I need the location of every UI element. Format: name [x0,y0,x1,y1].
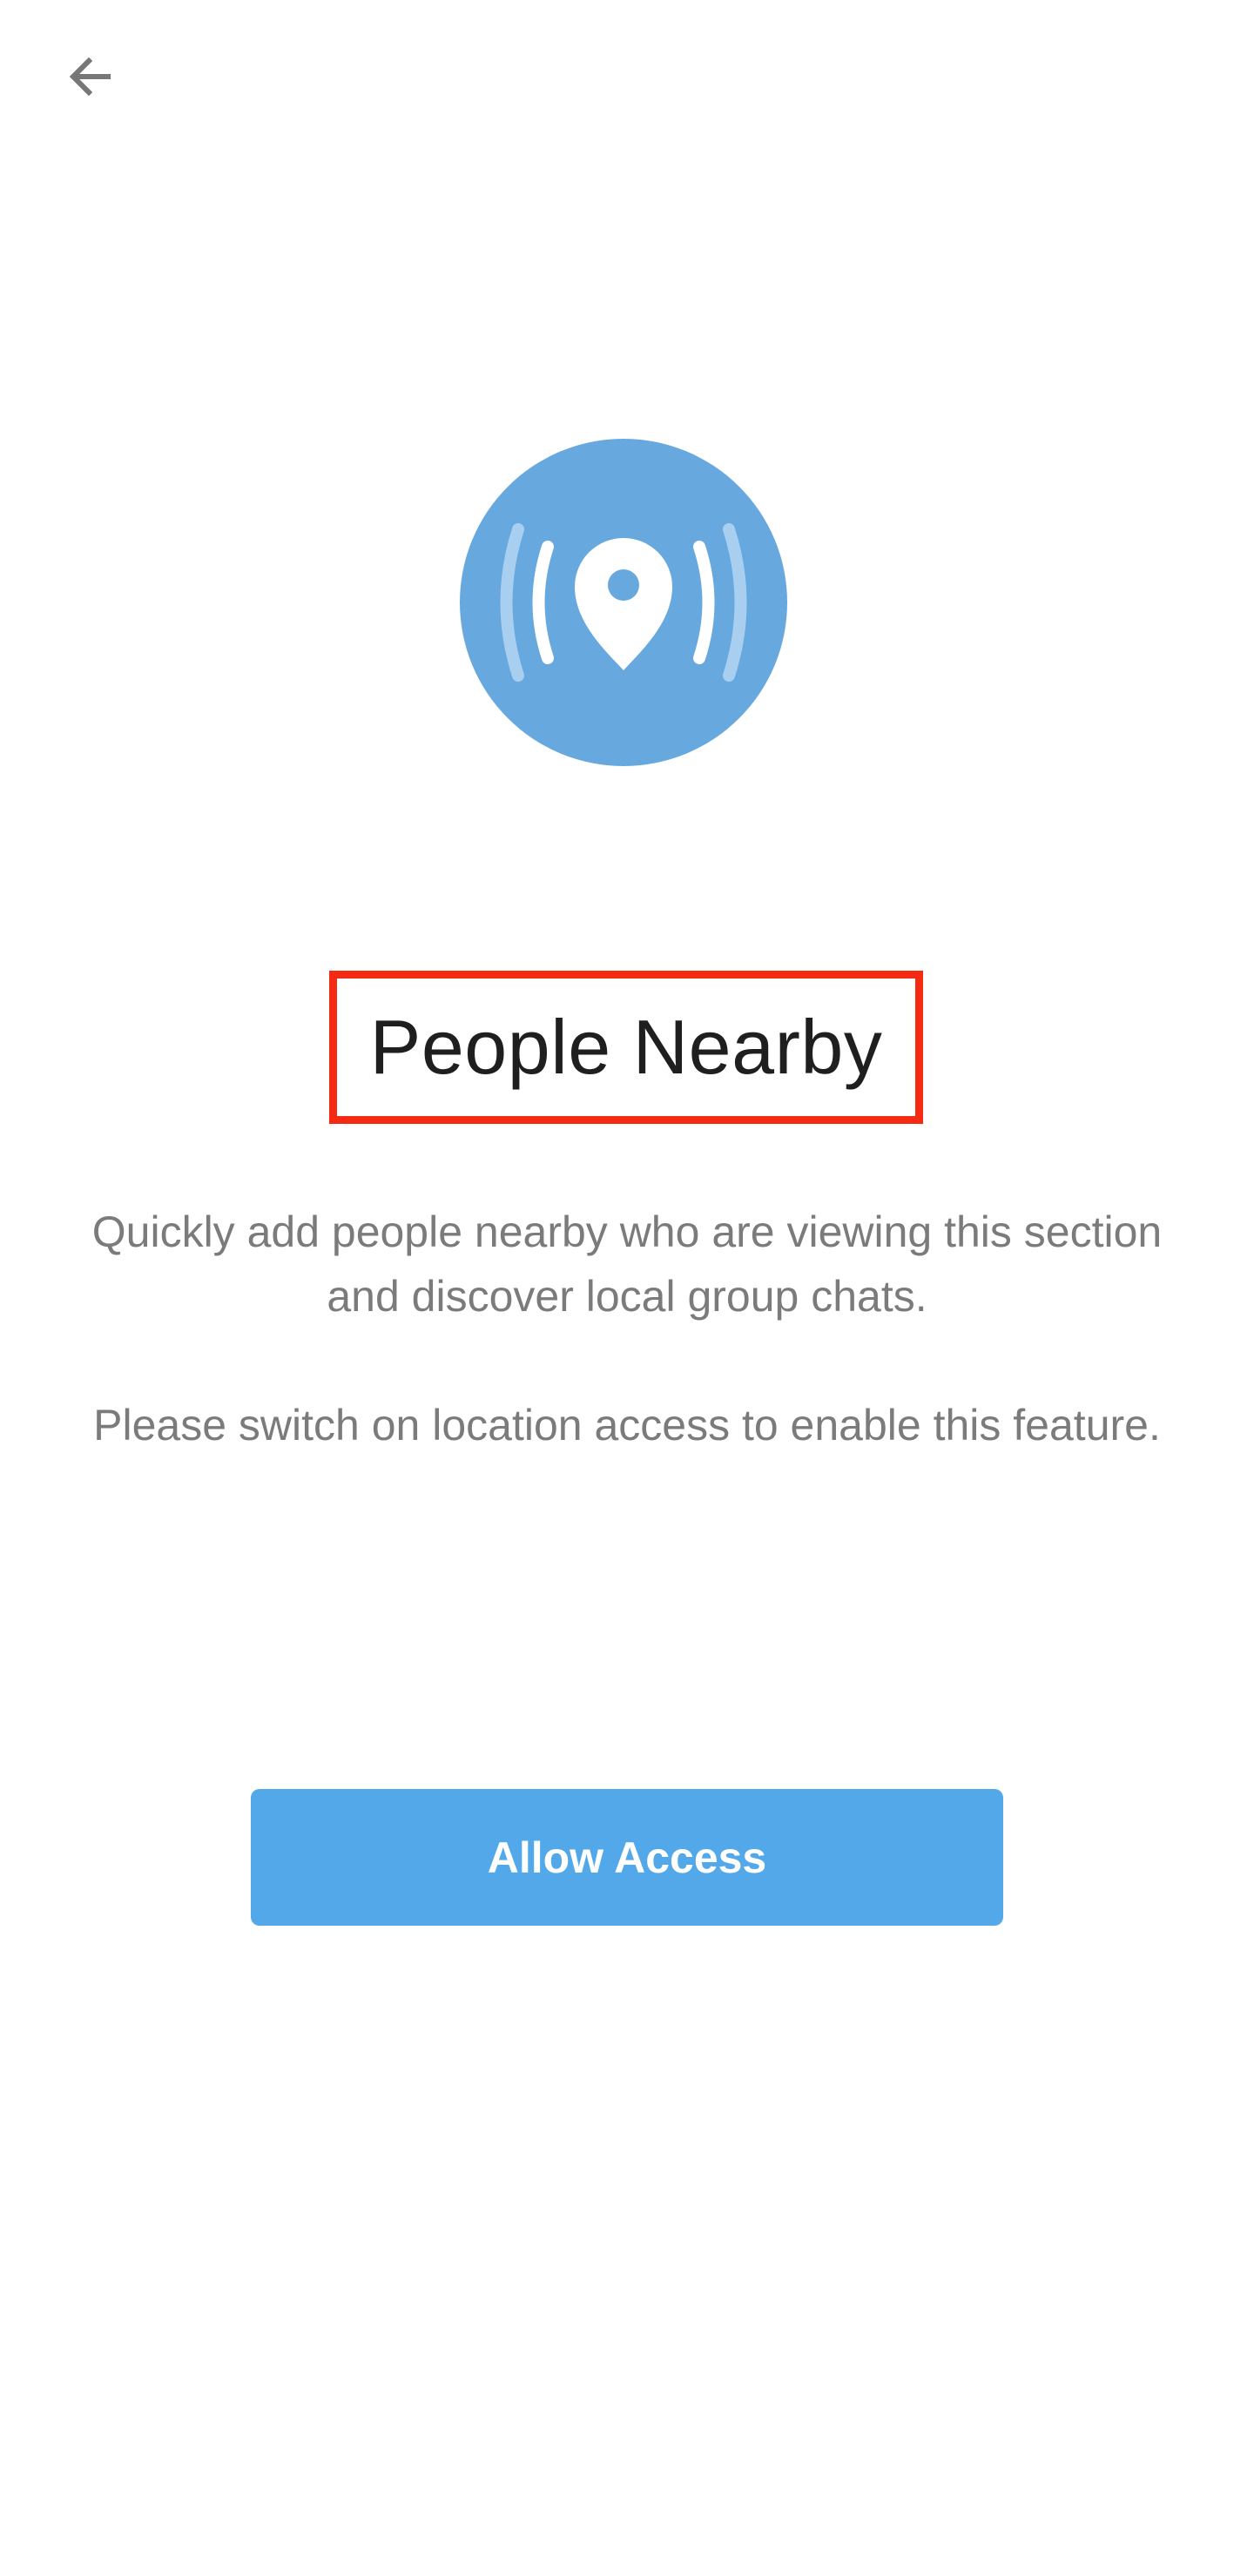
page-title: People Nearby [369,1004,883,1090]
location-notice: Please switch on location access to enab… [93,1401,1161,1449]
allow-access-label: Allow Access [487,1833,767,1882]
back-button[interactable] [47,33,134,120]
arrow-left-icon [69,57,111,97]
location-broadcast-icon [460,439,787,766]
feature-description: Quickly add people nearby who are viewin… [91,1207,1163,1321]
people-nearby-illustration [460,439,787,766]
allow-access-button[interactable]: Allow Access [251,1789,1003,1926]
title-highlight-box: People Nearby [329,971,923,1124]
